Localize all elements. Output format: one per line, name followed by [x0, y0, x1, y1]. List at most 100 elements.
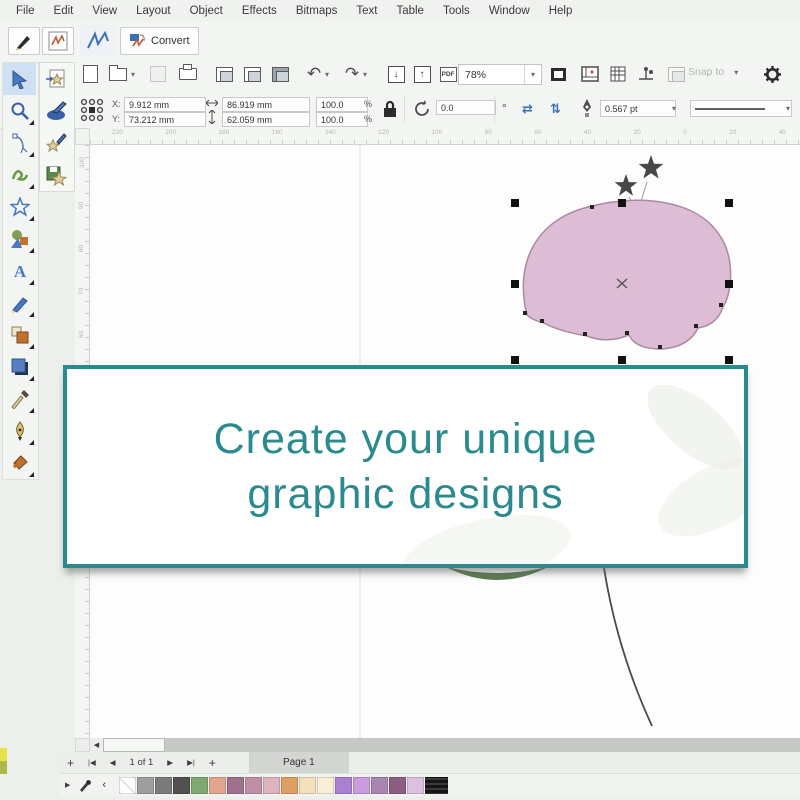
scroll-left-arrow[interactable]: ◀ — [90, 738, 103, 752]
new-document-button[interactable] — [78, 62, 102, 86]
pick-tool[interactable] — [3, 63, 36, 95]
color-swatch[interactable] — [263, 777, 280, 794]
redo-dropdown[interactable]: ▾ — [360, 62, 370, 86]
zoom-tool[interactable] — [3, 95, 36, 127]
scale-v-field[interactable]: 100.0 — [316, 112, 368, 127]
fullscreen-preview-button[interactable] — [546, 62, 570, 86]
copy-button[interactable] — [240, 62, 264, 86]
black-swatch-stack[interactable] — [425, 777, 448, 794]
pencil-tool[interactable] — [3, 287, 36, 319]
undo-dropdown[interactable]: ▾ — [322, 62, 332, 86]
menu-object[interactable]: Object — [190, 5, 223, 17]
add-page-button[interactable]: + — [67, 756, 74, 770]
color-swatch[interactable] — [317, 777, 334, 794]
add-page-button-2[interactable]: + — [209, 756, 216, 770]
menu-edit[interactable]: Edit — [54, 5, 74, 17]
prev-page-button[interactable]: ◀ — [110, 758, 116, 767]
menu-file[interactable]: File — [16, 5, 35, 17]
cut-button[interactable] — [212, 62, 236, 86]
zoom-level-combo[interactable]: 78% ▾ — [458, 64, 542, 85]
menu-table[interactable]: Table — [396, 5, 424, 17]
convert-button[interactable]: Convert — [120, 27, 199, 55]
basic-shapes-tool[interactable] — [3, 223, 36, 255]
color-swatch[interactable] — [209, 777, 226, 794]
color-swatch[interactable] — [227, 777, 244, 794]
line-style-combo[interactable] — [690, 100, 792, 117]
options-button[interactable] — [760, 62, 784, 86]
eyedropper-tool[interactable] — [3, 383, 36, 415]
show-rulers-button[interactable] — [578, 62, 602, 86]
color-swatch[interactable] — [281, 777, 298, 794]
text-tool[interactable]: A — [3, 255, 36, 287]
smear-tool[interactable] — [40, 95, 72, 127]
color-swatch[interactable] — [173, 777, 190, 794]
color-eyedropper-icon[interactable] — [79, 778, 93, 792]
freehand-tool[interactable] — [3, 159, 36, 191]
outline-width-dropdown[interactable]: ▾ — [672, 104, 676, 113]
lock-ratio-icon[interactable] — [382, 99, 398, 119]
show-grid-button[interactable] — [606, 62, 630, 86]
no-color-swatch[interactable] — [119, 777, 136, 794]
flower-shape[interactable] — [523, 200, 730, 349]
star-large[interactable] — [639, 155, 664, 179]
color-swatch[interactable] — [389, 777, 406, 794]
first-page-button[interactable]: |◀ — [88, 758, 96, 767]
snap-settings-button[interactable] — [634, 62, 658, 86]
color-swatch[interactable] — [299, 777, 316, 794]
menu-bitmaps[interactable]: Bitmaps — [296, 5, 338, 17]
mirror-vertical-button[interactable]: ⇅ — [550, 101, 561, 117]
x-position-field[interactable]: 9.912 mm — [124, 97, 206, 112]
export-button[interactable]: ↑ — [410, 62, 434, 86]
mirror-horizontal-button[interactable]: ⇄ — [522, 101, 533, 117]
leaf-shape[interactable] — [446, 567, 548, 580]
brush-tool-button[interactable] — [8, 27, 40, 55]
color-swatch[interactable] — [137, 777, 154, 794]
menu-tools[interactable]: Tools — [443, 5, 470, 17]
import-button[interactable]: ↓ — [384, 62, 408, 86]
fill-tool[interactable] — [3, 447, 36, 479]
livesketch-button[interactable] — [80, 25, 116, 57]
color-swatch[interactable] — [371, 777, 388, 794]
sketch-frame-button[interactable] — [42, 27, 74, 55]
star-small[interactable] — [615, 174, 638, 196]
next-page-button[interactable]: ▶ — [167, 758, 173, 767]
color-swatch[interactable] — [155, 777, 172, 794]
polygon-tool[interactable] — [3, 191, 36, 223]
open-button[interactable] — [106, 62, 130, 86]
rectangle-tool[interactable] — [3, 351, 36, 383]
color-swatch[interactable] — [335, 777, 352, 794]
object-height-field[interactable]: 62.059 mm — [222, 112, 310, 127]
publish-pdf-button[interactable]: PDF — [436, 62, 460, 86]
line-style-dropdown[interactable]: ▾ — [786, 104, 790, 113]
open-dropdown[interactable]: ▾ — [128, 62, 138, 86]
rotation-angle-field[interactable]: 0.0 — [436, 100, 496, 115]
insert-object-tool[interactable] — [40, 63, 72, 95]
page-1-tab[interactable]: Page 1 — [249, 752, 349, 773]
outline-width-field[interactable]: 0.567 pt — [600, 100, 676, 117]
palette-scroll-left[interactable]: ‹ — [102, 779, 106, 791]
y-position-field[interactable]: 73.212 mm — [124, 112, 206, 127]
color-swatch[interactable] — [353, 777, 370, 794]
menu-effects[interactable]: Effects — [242, 5, 277, 17]
shape-tool[interactable] — [3, 127, 36, 159]
star-draw-tool[interactable] — [40, 127, 72, 159]
menu-view[interactable]: View — [92, 5, 117, 17]
paste-button[interactable] — [268, 62, 292, 86]
menu-layout[interactable]: Layout — [136, 5, 171, 17]
flower-stem[interactable] — [604, 568, 652, 726]
last-page-button[interactable]: ▶| — [187, 758, 195, 767]
print-button[interactable] — [176, 62, 200, 86]
palette-expand-button[interactable]: ▶ — [65, 781, 70, 789]
ruler-origin-corner[interactable] — [75, 128, 90, 145]
menu-text[interactable]: Text — [356, 5, 377, 17]
color-swatch[interactable] — [407, 777, 424, 794]
transparency-tool[interactable] — [3, 319, 36, 351]
color-swatch[interactable] — [245, 777, 262, 794]
horizontal-scrollbar[interactable]: ◀ — [90, 738, 800, 752]
menu-help[interactable]: Help — [549, 5, 573, 17]
horizontal-ruler[interactable]: 220200180 160140120 1008060 40200 2040 — [90, 128, 800, 145]
pen-nib-tool[interactable] — [3, 415, 36, 447]
zoom-dropdown[interactable]: ▾ — [524, 65, 541, 84]
scrollbar-thumb[interactable] — [103, 738, 165, 752]
object-width-field[interactable]: 86.919 mm — [222, 97, 310, 112]
